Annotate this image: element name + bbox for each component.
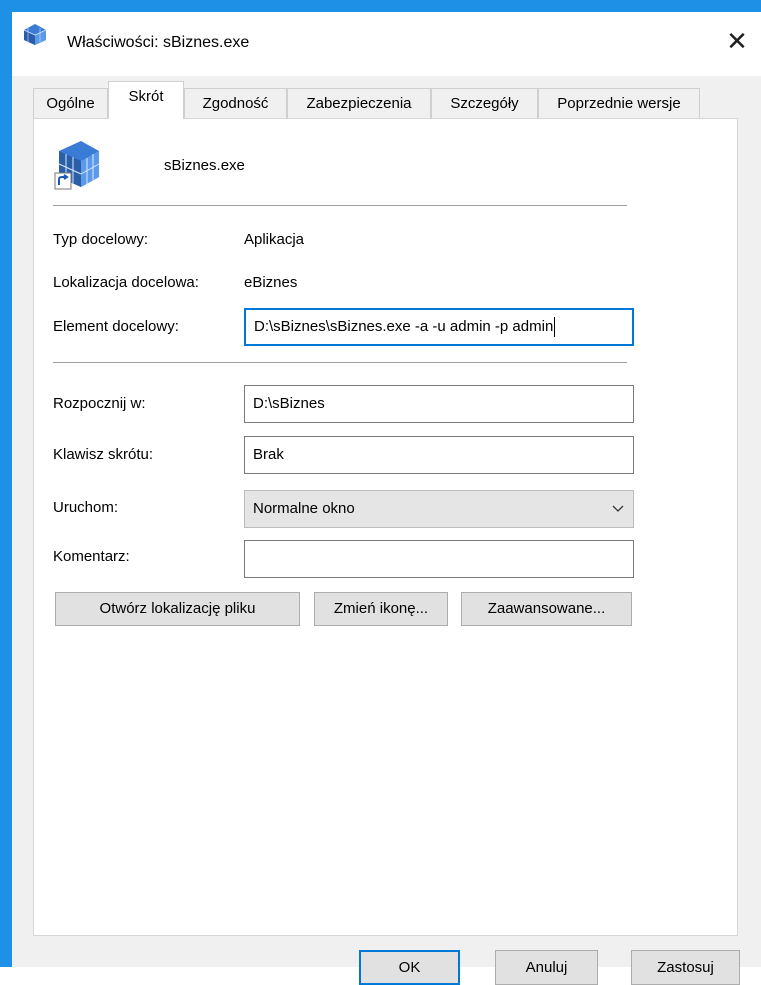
target-label: Element docelowy: (53, 318, 179, 335)
ok-button[interactable]: OK (359, 950, 460, 985)
apply-button[interactable]: Zastosuj (631, 950, 740, 985)
run-mode-select[interactable]: Normalne okno (244, 490, 634, 528)
application-cube-icon (54, 141, 100, 190)
shortcut-name: sBiznes.exe (164, 157, 245, 174)
change-icon-button[interactable]: Zmień ikonę... (314, 592, 448, 626)
open-file-location-button[interactable]: Otwórz lokalizację pliku (55, 592, 300, 626)
window-frame-top (0, 0, 761, 12)
window-title: Właściwości: sBiznes.exe (67, 34, 250, 51)
target-type-value: Aplikacja (244, 231, 305, 248)
tab-compatibility[interactable]: Zgodność (184, 88, 287, 118)
comment-label: Komentarz: (53, 548, 130, 565)
cancel-button[interactable]: Anuluj (495, 950, 598, 985)
chevron-down-icon (611, 491, 625, 540)
tab-security[interactable]: Zabezpieczenia (287, 88, 431, 118)
tab-general[interactable]: Ogólne (33, 88, 108, 118)
target-input-text: D:\sBiznes\sBiznes.exe -a -u admin -p ad… (254, 318, 554, 335)
text-caret (554, 317, 556, 338)
start-in-label: Rozpocznij w: (53, 395, 146, 412)
close-button[interactable]: ✕ (722, 28, 752, 58)
tab-previous-versions[interactable]: Poprzednie wersje (538, 88, 700, 118)
application-cube-icon (23, 24, 47, 45)
target-type-label: Typ docelowy: (53, 231, 149, 248)
advanced-button[interactable]: Zaawansowane... (461, 592, 632, 626)
comment-input[interactable] (244, 540, 634, 578)
tab-details[interactable]: Szczegóły (431, 88, 538, 118)
target-location-label: Lokalizacja docelowa: (53, 274, 199, 291)
separator (53, 205, 627, 206)
run-label: Uruchom: (53, 499, 119, 516)
target-input[interactable]: D:\sBiznes\sBiznes.exe -a -u admin -p ad… (244, 308, 634, 346)
target-location-value: eBiznes (244, 274, 298, 291)
run-mode-value: Normalne okno (253, 500, 355, 517)
hotkey-label: Klawisz skrótu: (53, 446, 154, 463)
start-in-input[interactable]: D:\sBiznes (244, 385, 634, 423)
hotkey-input[interactable]: Brak (244, 436, 634, 474)
tab-shortcut[interactable]: Skrót (108, 81, 184, 119)
window-frame-left (0, 0, 12, 967)
separator (53, 362, 627, 363)
